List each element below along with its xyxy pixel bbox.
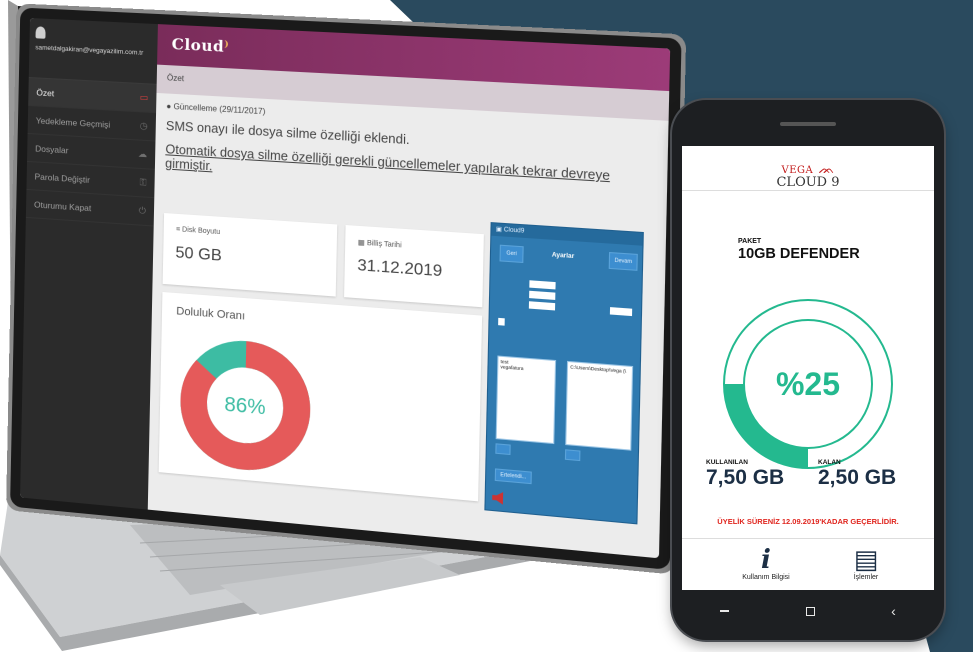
- usage-percent-text: %25: [776, 366, 840, 402]
- key-icon: ⚿: [139, 177, 147, 188]
- tab-usage-info[interactable]: i Kullanım Bilgisi: [730, 546, 802, 581]
- recent-apps-icon[interactable]: [720, 610, 730, 612]
- dialog-heading: Ayarlar: [551, 252, 575, 261]
- phone-screen: VEGA ᨏ CLOUD 9 PAKET 10GB DEFENDER %25 K…: [682, 146, 934, 590]
- promo-stage: sametdalgakiran@vegayazilim.com.tr Özet …: [0, 0, 973, 652]
- package-name: 10GB DEFENDER: [738, 246, 860, 262]
- back-icon[interactable]: ‹: [891, 603, 896, 619]
- sidebar-item-label: Parola Değiştir: [34, 170, 91, 185]
- footer-divider: [682, 538, 934, 539]
- fullness-card: Doluluk Oranı 86%: [158, 291, 483, 502]
- phone-earpiece: [780, 122, 836, 126]
- dialog-input-4[interactable]: [609, 307, 633, 317]
- sidebar-item-label: Dosyalar: [35, 142, 69, 155]
- dialog-checkbox[interactable]: [498, 317, 505, 326]
- package-label: PAKET: [738, 238, 762, 245]
- dialog-small-button-1[interactable]: [495, 443, 511, 456]
- logout-icon: ⏻: [138, 205, 147, 216]
- used-label: KULLANILAN: [706, 459, 748, 466]
- vega-cloud9-logo: VEGA ᨏ CLOUD 9: [776, 162, 840, 190]
- dialog-postpone-button[interactable]: Ertelendi...: [494, 468, 532, 485]
- disk-size-card: ≡ Disk Boyutu 50 GB: [162, 213, 338, 297]
- dialog-input-3[interactable]: [528, 301, 556, 311]
- tab-label: İşlemler: [853, 574, 879, 581]
- dialog-next-button[interactable]: Devam: [608, 251, 638, 271]
- brand-logo: Cloud⁾: [171, 34, 230, 57]
- laptop-screen: sametdalgakiran@vegayazilim.com.tr Özet …: [20, 18, 671, 559]
- dialog-list-1[interactable]: test vegafatura: [495, 355, 557, 445]
- sidebar: sametdalgakiran@vegayazilim.com.tr Özet …: [20, 18, 158, 510]
- history-icon: ◷: [139, 120, 148, 131]
- donut-percent-text: 86%: [224, 393, 266, 419]
- membership-notice: ÜYELİK SÜRENİZ 12.09.2019'KADAR GEÇERLİD…: [717, 517, 899, 526]
- remaining-value: 2,50 GB: [818, 466, 897, 489]
- info-icon: i: [761, 545, 771, 575]
- disk-size-value: 50 GB: [175, 244, 222, 265]
- dialog-input-2[interactable]: [529, 290, 556, 300]
- dialog-titlebar: ▣ Cloud9: [491, 223, 643, 246]
- main-content: ● Güncelleme (29/11/2017) SMS onayı ile …: [148, 93, 669, 558]
- billing-date-label: ▦ Billiş Tarihi: [357, 239, 402, 250]
- speaker-icon: [492, 491, 503, 505]
- header-divider: [682, 190, 934, 191]
- fullness-donut: 86%: [167, 323, 325, 489]
- sidebar-item-label: Özet: [36, 86, 55, 98]
- android-navbar: ‹: [682, 590, 934, 632]
- operations-icon: ▤: [853, 545, 879, 575]
- user-email: sametdalgakiran@vegayazilim.com.tr: [35, 44, 144, 57]
- cloud-icon: ☁: [137, 148, 148, 160]
- disk-size-label: ≡ Disk Boyutu: [175, 225, 221, 237]
- home-icon[interactable]: [805, 606, 815, 616]
- sidebar-user: sametdalgakiran@vegayazilim.com.tr: [28, 18, 158, 85]
- used-value: 7,50 GB: [706, 466, 785, 489]
- dialog-list-2[interactable]: C:\Users\Desktop\Vega (\: [565, 360, 634, 451]
- settings-dialog: ▣ Cloud9 Geri Ayarlar Devam test vegafat…: [484, 222, 644, 525]
- fullness-title: Doluluk Oranı: [176, 305, 246, 323]
- tab-operations[interactable]: ▤ İşlemler: [836, 546, 896, 581]
- tab-label: Kullanım Bilgisi: [742, 574, 790, 581]
- sidebar-item-label: Yedekleme Geçmişi: [35, 114, 111, 130]
- monitor-icon: ▭: [139, 92, 149, 103]
- dialog-input-1[interactable]: [529, 280, 556, 290]
- dialog-small-button-2[interactable]: [564, 449, 581, 462]
- phone-device: VEGA ᨏ CLOUD 9 PAKET 10GB DEFENDER %25 K…: [672, 100, 944, 640]
- billing-date-card: ▦ Billiş Tarihi 31.12.2019: [344, 225, 484, 308]
- avatar: [35, 26, 46, 39]
- billing-date-value: 31.12.2019: [357, 256, 443, 281]
- usage-ring: %25: [723, 299, 893, 469]
- dialog-back-button[interactable]: Geri: [499, 244, 524, 264]
- list-item[interactable]: C:\Users\Desktop\Vega (\: [570, 364, 630, 374]
- remaining-label: KALAN: [818, 459, 841, 466]
- sidebar-item-label: Oturumu Kapat: [33, 198, 92, 213]
